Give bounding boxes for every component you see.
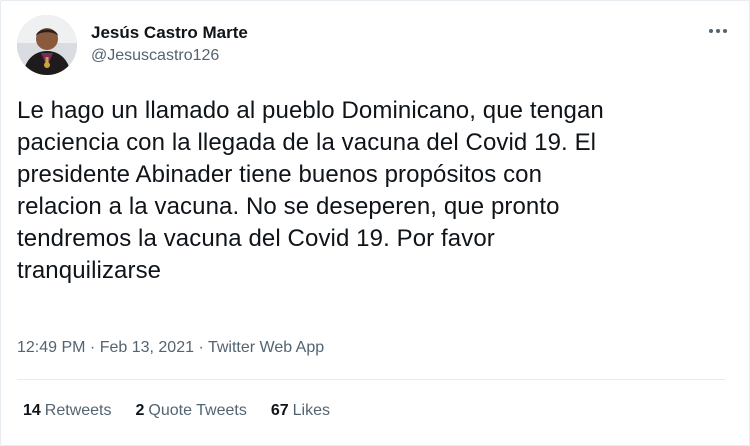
avatar-image (17, 15, 77, 75)
author-handle[interactable]: @Jesuscastro126 (91, 46, 248, 66)
author-names: Jesús Castro Marte @Jesuscastro126 (91, 23, 248, 66)
likes-label: Likes (292, 402, 330, 419)
tweet-text: Le hago un llamado al pueblo Dominicano,… (17, 97, 604, 284)
quote-tweets-count: 2 (135, 402, 145, 419)
tweet-meta: 12:49 PM · Feb 13, 2021 · Twitter Web Ap… (17, 337, 324, 359)
tweet-header: Jesús Castro Marte @Jesuscastro126 (17, 15, 733, 77)
avatar[interactable] (17, 15, 77, 75)
tweet-date[interactable]: Feb 13, 2021 (100, 339, 194, 356)
retweets-stat[interactable]: 14 Retweets (23, 400, 112, 422)
tweet-stats: 14 Retweets 2 Quote Tweets 67 Likes (23, 400, 330, 422)
tweet-time[interactable]: 12:49 PM (17, 339, 85, 356)
more-horizontal-icon (709, 29, 727, 33)
author-display-name[interactable]: Jesús Castro Marte (91, 23, 248, 43)
tweet-source[interactable]: Twitter Web App (208, 339, 324, 356)
retweets-count: 14 (23, 402, 41, 419)
likes-count: 67 (270, 402, 289, 419)
meta-separator: · (85, 339, 100, 356)
quote-tweets-label: Quote Tweets (148, 402, 247, 419)
meta-separator: · (194, 339, 208, 356)
retweets-label: Retweets (44, 402, 112, 419)
more-options-button[interactable] (703, 19, 733, 43)
likes-stat[interactable]: 67 Likes (271, 400, 330, 422)
tweet-card: Jesús Castro Marte @Jesuscastro126 Le ha… (0, 0, 750, 446)
quote-tweets-stat[interactable]: 2 Quote Tweets (136, 400, 247, 422)
divider-top (17, 379, 725, 380)
